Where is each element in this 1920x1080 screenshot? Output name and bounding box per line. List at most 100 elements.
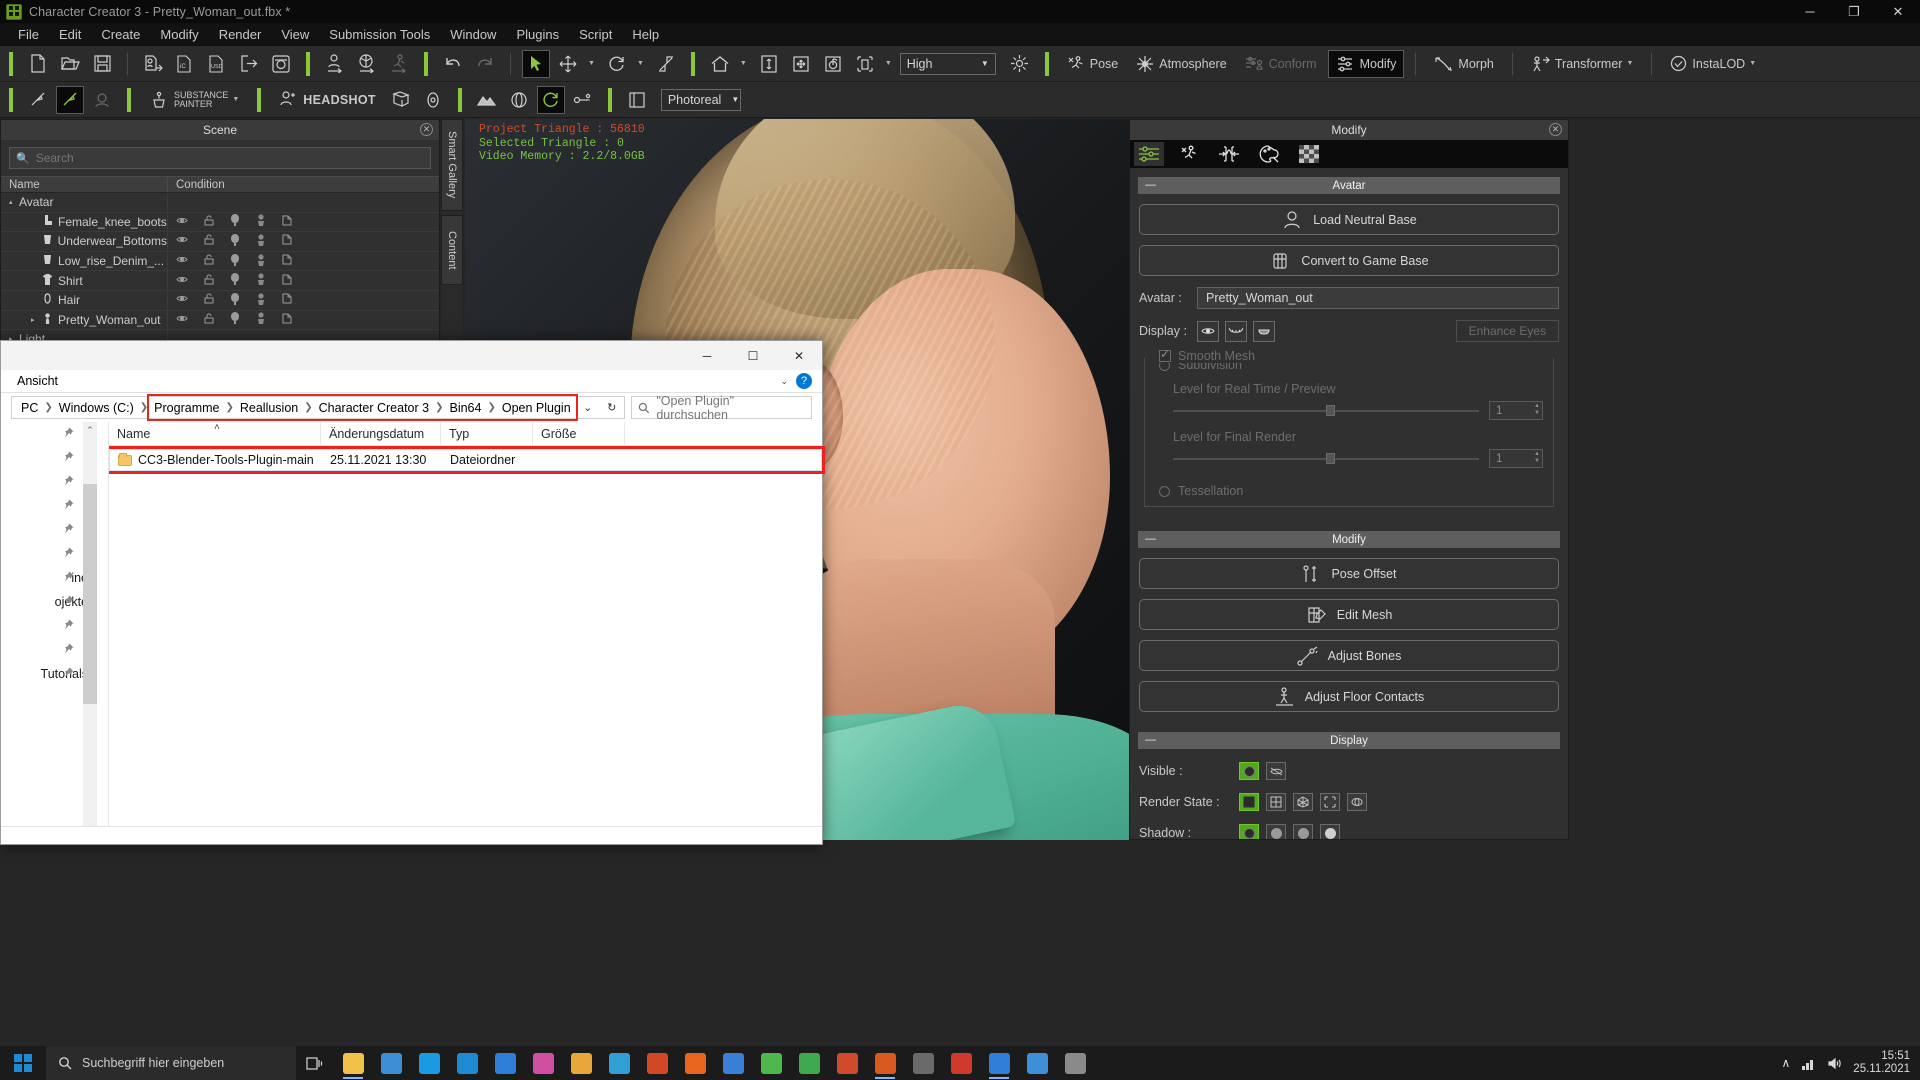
photoshop-icon[interactable] xyxy=(524,1046,562,1080)
lock-icon[interactable] xyxy=(204,234,214,248)
messenger-icon[interactable] xyxy=(486,1046,524,1080)
file-explorer-icon[interactable] xyxy=(334,1046,372,1080)
scene-search-input[interactable] xyxy=(35,151,424,165)
pin-icon[interactable] xyxy=(63,523,74,537)
modify-button[interactable]: Modify xyxy=(1327,49,1405,78)
render-state-solid-toggle[interactable] xyxy=(1239,793,1259,811)
export-usd-icon[interactable]: USD xyxy=(203,50,231,78)
instalod-button[interactable]: InstaLOD ▼ xyxy=(1663,50,1763,78)
lock-icon[interactable] xyxy=(204,293,214,307)
task-view-icon[interactable] xyxy=(296,1046,334,1080)
pin-icon[interactable] xyxy=(63,427,74,441)
pose-offset-button[interactable]: Pose Offset xyxy=(1139,558,1559,589)
undo-icon[interactable] xyxy=(439,50,467,78)
pose-lock-icon[interactable] xyxy=(256,273,266,288)
menu-edit[interactable]: Edit xyxy=(49,23,91,46)
address-dropdown-icon[interactable]: ⌄ xyxy=(576,396,600,419)
render-mode-select[interactable]: Photoreal ▼ xyxy=(660,88,741,111)
powerpoint-icon[interactable] xyxy=(638,1046,676,1080)
pin-icon[interactable] xyxy=(63,595,74,609)
microsoft-edge-icon[interactable] xyxy=(372,1046,410,1080)
pin-icon[interactable] xyxy=(63,499,74,513)
breadcrumb-item[interactable]: Bin64 xyxy=(444,401,486,415)
menu-submission-tools[interactable]: Submission Tools xyxy=(319,23,440,46)
chevron-down-icon-ribbon[interactable]: ⌄ xyxy=(780,376,788,387)
pin-icon[interactable] xyxy=(63,619,74,633)
edit-mesh-button[interactable]: Edit Mesh xyxy=(1139,599,1559,630)
morph-button[interactable]: Morph xyxy=(1427,50,1500,78)
shadow-off-toggle[interactable] xyxy=(1320,824,1340,839)
refresh-icon[interactable]: ↻ xyxy=(600,396,624,419)
substance-icon[interactable] xyxy=(828,1046,866,1080)
shadow-on-toggle[interactable] xyxy=(1239,824,1259,839)
close-icon[interactable]: ✕ xyxy=(420,123,433,136)
help-icon[interactable]: ? xyxy=(796,373,812,389)
affinity-icon[interactable] xyxy=(714,1046,752,1080)
export-character-icon[interactable] xyxy=(139,50,167,78)
column-header-name[interactable]: Name ˄ xyxy=(109,421,321,446)
menu-help[interactable]: Help xyxy=(622,23,669,46)
mesh-icon[interactable] xyxy=(230,214,240,229)
menu-view[interactable]: View xyxy=(271,23,319,46)
folder-icon[interactable] xyxy=(562,1046,600,1080)
lighting-icon[interactable] xyxy=(1006,50,1034,78)
explorer-minimize-button[interactable]: ─ xyxy=(684,341,730,370)
link-nodes-icon[interactable] xyxy=(569,86,597,114)
shadow-soft-toggle[interactable] xyxy=(1266,824,1286,839)
export-iclone-icon[interactable]: iC xyxy=(171,50,199,78)
mesh-icon[interactable] xyxy=(230,292,240,308)
render-state-textured-toggle[interactable] xyxy=(1266,793,1286,811)
load-motion-icon[interactable] xyxy=(385,50,413,78)
tab-texture[interactable] xyxy=(1294,142,1324,166)
minimize-button[interactable]: ─ xyxy=(1788,0,1832,23)
rotate-tool-caret-icon[interactable]: ▼ xyxy=(637,60,644,67)
level-realtime-slider[interactable] xyxy=(1173,404,1479,418)
render-state-shaded-toggle[interactable] xyxy=(1347,793,1367,811)
render-state-wire-toggle[interactable] xyxy=(1293,793,1313,811)
lock-icon[interactable] xyxy=(204,254,214,268)
breadcrumb-item[interactable]: Reallusion xyxy=(235,401,303,415)
teamviewer-icon[interactable] xyxy=(448,1046,486,1080)
menu-file[interactable]: File xyxy=(8,23,49,46)
move-tool-caret-icon[interactable]: ▼ xyxy=(588,60,595,67)
menu-window[interactable]: Window xyxy=(440,23,506,46)
file-row[interactable]: CC3-Blender-Tools-Plugin-main 25.11.2021 … xyxy=(106,446,825,474)
move-tool-icon[interactable] xyxy=(554,50,582,78)
tessellation-row[interactable]: Tessellation xyxy=(1159,484,1553,498)
breadcrumb-item[interactable]: Open Plugin xyxy=(497,401,576,415)
page-icon[interactable] xyxy=(282,215,292,229)
ribbon-tab-ansicht[interactable]: Ansicht xyxy=(17,374,58,388)
pose-lock-icon[interactable] xyxy=(256,214,266,229)
xsplit-icon[interactable] xyxy=(752,1046,790,1080)
adjust-bones-button[interactable]: Adjust Bones xyxy=(1139,640,1559,671)
page-icon[interactable] xyxy=(282,293,292,307)
store-icon[interactable] xyxy=(1018,1046,1056,1080)
rotate-tool-icon[interactable] xyxy=(603,50,631,78)
home-view-caret-icon[interactable]: ▼ xyxy=(740,60,747,67)
tray-chevron-icon[interactable]: ∧ xyxy=(1782,1056,1791,1070)
firefox-icon[interactable] xyxy=(676,1046,714,1080)
save-project-icon[interactable] xyxy=(88,50,116,78)
pin-icon[interactable] xyxy=(63,667,74,681)
framing-caret-icon[interactable]: ▼ xyxy=(885,60,892,67)
load-prop-icon[interactable] xyxy=(353,50,381,78)
tab-content[interactable]: Content xyxy=(441,215,463,285)
scene-search-box[interactable]: 🔍 xyxy=(9,147,431,169)
display-eye-icon[interactable] xyxy=(1197,320,1219,342)
start-button[interactable] xyxy=(0,1046,46,1080)
render-preview-icon[interactable] xyxy=(267,50,295,78)
pose-lock-icon[interactable] xyxy=(256,312,266,327)
mesh-icon[interactable] xyxy=(230,233,240,249)
atmosphere-button[interactable]: Atmosphere xyxy=(1129,50,1233,78)
new-project-icon[interactable] xyxy=(24,50,52,78)
rotate-anim-icon[interactable] xyxy=(536,85,565,114)
mesh-icon[interactable] xyxy=(230,312,240,327)
orbit-icon[interactable] xyxy=(819,50,847,78)
visibility-icon[interactable] xyxy=(176,216,188,228)
page-icon[interactable] xyxy=(282,254,292,268)
lock-icon[interactable] xyxy=(204,313,214,327)
group-modify[interactable]: — Modify xyxy=(1138,531,1560,548)
scene-tree-row[interactable]: Underwear_Bottoms xyxy=(1,232,439,252)
group-display[interactable]: — Display xyxy=(1138,732,1560,749)
home-view-icon[interactable] xyxy=(706,50,734,78)
